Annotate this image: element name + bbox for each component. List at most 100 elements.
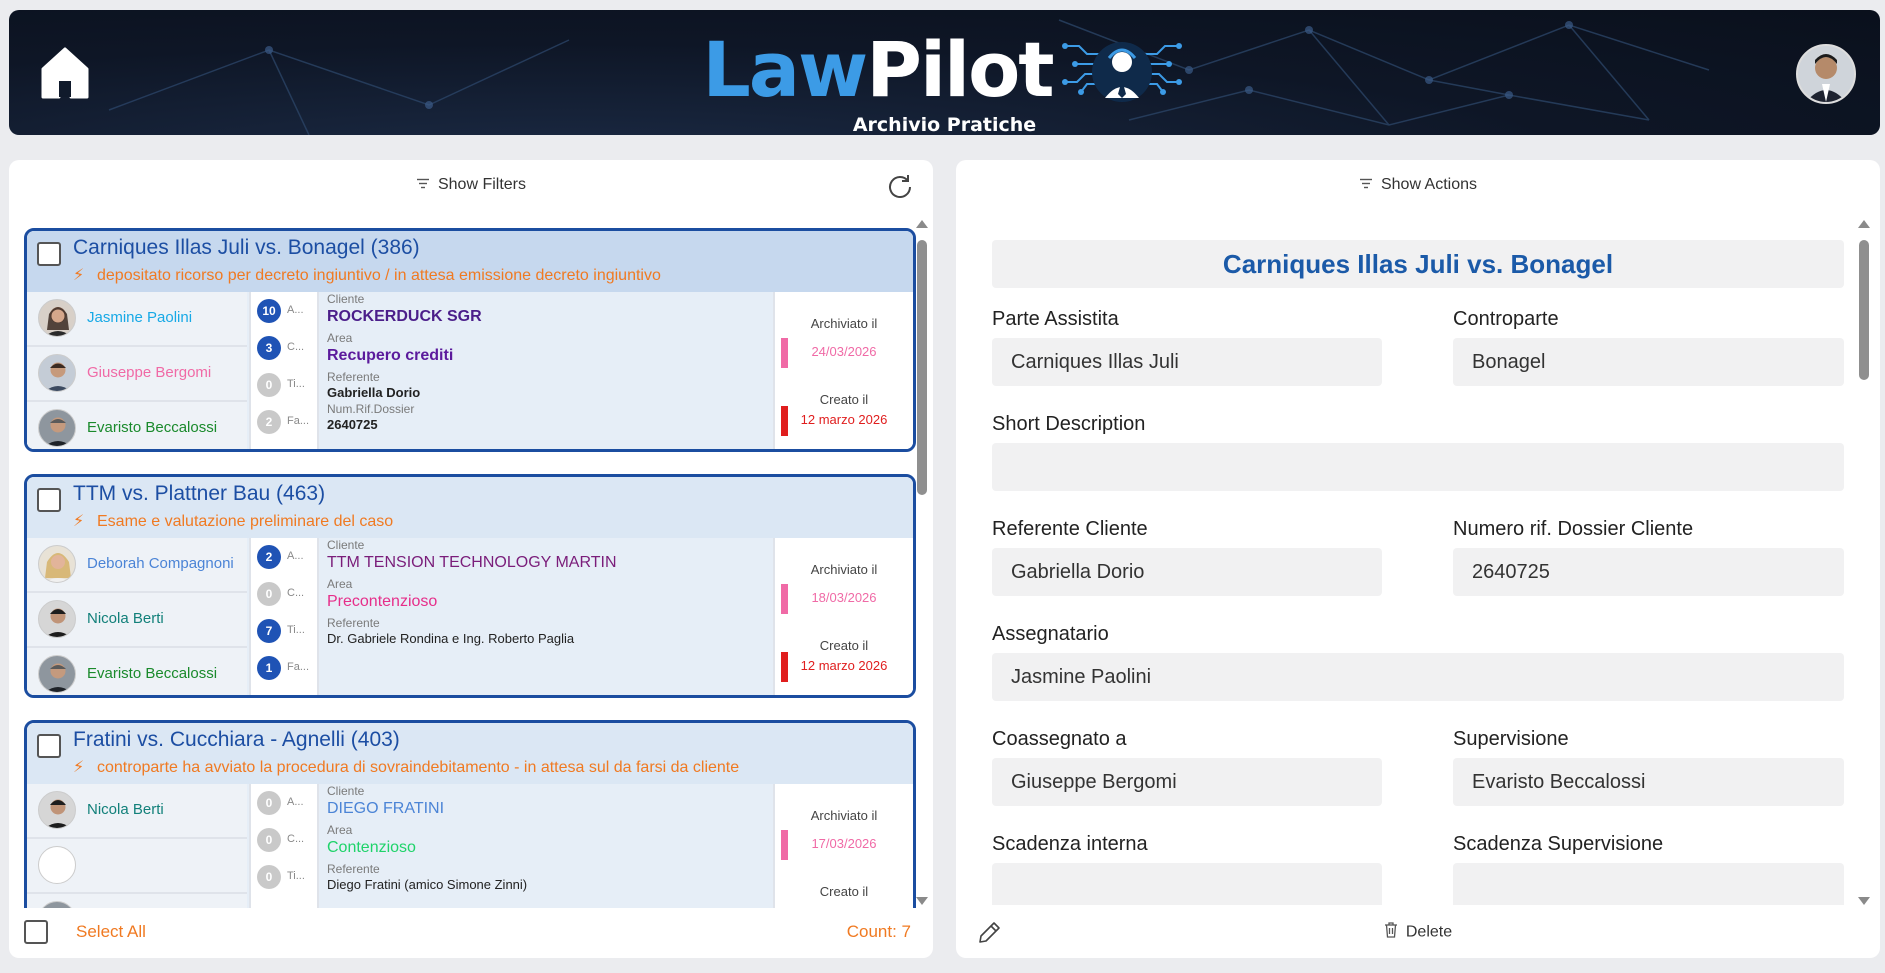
- dates-column: Archiviato il 17/03/2026 Creato il: [773, 784, 913, 908]
- dossier-label: Num.Rif.Dossier: [327, 402, 415, 416]
- counters-column: 2 A... 0 C... 7 Ti... 1 Fa...: [249, 538, 319, 695]
- cliente-value: TTM TENSION TECHNOLOGY MARTIN: [327, 554, 617, 571]
- short-description-input[interactable]: [992, 443, 1844, 491]
- case-checkbox[interactable]: [37, 488, 61, 512]
- assignee-name: Evaristo Beccalossi: [87, 419, 218, 436]
- assignees-list: Nicola Berti: [27, 784, 247, 908]
- supervisione-label: Supervisione: [1453, 728, 1569, 750]
- user-avatar[interactable]: [1796, 44, 1856, 104]
- page-subtitle: Archivio Pratiche: [852, 114, 1037, 135]
- case-title: Carniques Illas Juli vs. Bonagel (386): [73, 236, 420, 259]
- scadenza-supervisione-input[interactable]: [1453, 863, 1844, 905]
- case-title: Fratini vs. Cucchiara - Agnelli (403): [73, 728, 400, 751]
- case-card[interactable]: Fratini vs. Cucchiara - Agnelli (403) ⚡ c…: [24, 720, 916, 908]
- counter-item: 0 C...: [251, 575, 317, 612]
- counter-badge: 0: [257, 791, 281, 815]
- counter-item: 3 C...: [251, 329, 317, 366]
- counter-badge: 3: [257, 336, 281, 360]
- show-actions-button[interactable]: Show Actions: [956, 176, 1880, 194]
- scroll-down-arrow[interactable]: [1858, 897, 1870, 905]
- cliente-label: Cliente: [327, 292, 365, 306]
- scroll-thumb[interactable]: [1859, 240, 1869, 380]
- numero-dossier-input[interactable]: 2640725: [1453, 548, 1844, 596]
- counter-item: 0 A...: [251, 784, 317, 821]
- count-label: Count: 7: [846, 922, 911, 941]
- scroll-thumb[interactable]: [917, 240, 927, 495]
- detail-footer: Delete: [956, 908, 1880, 958]
- counter-label: C...: [287, 341, 305, 353]
- parte-assistita-input[interactable]: Carniques Illas Juli: [992, 338, 1382, 386]
- case-checkbox[interactable]: [37, 734, 61, 758]
- supervisione-input[interactable]: Evaristo Beccalossi: [1453, 758, 1844, 806]
- counter-badge: 0: [257, 828, 281, 852]
- counter-label: Ti...: [287, 870, 305, 882]
- case-card[interactable]: Carniques Illas Juli vs. Bonagel (386) ⚡…: [24, 228, 916, 452]
- assignee-row[interactable]: [27, 894, 247, 908]
- numero-dossier-label: Numero rif. Dossier Cliente: [1453, 518, 1694, 540]
- delete-button[interactable]: Delete: [956, 922, 1880, 943]
- assegnatario-label: Assegnatario: [992, 623, 1109, 645]
- case-status-text: depositato ricorso per decreto ingiuntiv…: [97, 267, 661, 284]
- avatar: [38, 901, 76, 908]
- select-all-checkbox[interactable]: [24, 920, 48, 944]
- creato-date: 12 marzo 2026: [800, 412, 888, 427]
- filter-icon: [1359, 176, 1373, 194]
- bolt-icon: ⚡: [73, 759, 85, 776]
- referente-cliente-label: Referente Cliente: [992, 518, 1148, 540]
- assignee-row[interactable]: Giuseppe Bergomi: [27, 347, 247, 402]
- assignees-list: Jasmine Paolini Giuseppe Bergomi Evarist…: [27, 292, 247, 449]
- scroll-down-arrow[interactable]: [916, 897, 928, 905]
- assegnatario-field: Assegnatario Jasmine Paolini: [992, 613, 1844, 701]
- cases-scrollbar[interactable]: [915, 220, 929, 905]
- counter-label: Ti...: [287, 624, 305, 636]
- case-card[interactable]: TTM vs. Plattner Bau (463) ⚡ Esame e valu…: [24, 474, 916, 698]
- select-all-label[interactable]: Select All: [76, 922, 146, 942]
- counter-item: 0 Ti...: [251, 366, 317, 403]
- app-header: LawPilot Archivio Pratiche: [9, 10, 1880, 135]
- counters-column: 0 A... 0 C... 0 Ti...: [249, 784, 319, 908]
- creato-block: Creato il 12 marzo 2026: [775, 392, 913, 436]
- assignee-name: Nicola Berti: [87, 610, 164, 627]
- counters-column: 10 A... 3 C... 0 Ti... 2 Fa...: [249, 292, 319, 449]
- assignee-row[interactable]: Evaristo Beccalossi: [27, 648, 247, 695]
- supervisione-field: Supervisione Evaristo Beccalossi: [1453, 718, 1844, 806]
- creato-block: Creato il 12 marzo 2026: [775, 638, 913, 682]
- scroll-up-arrow[interactable]: [916, 220, 928, 228]
- counter-badge: 2: [257, 410, 281, 434]
- case-checkbox[interactable]: [37, 242, 61, 266]
- case-status: ⚡ depositato ricorso per decreto ingiunti…: [73, 265, 661, 285]
- show-filters-button[interactable]: Show Filters: [9, 176, 933, 194]
- counter-label: A...: [287, 304, 304, 316]
- counter-label: Fa...: [287, 415, 310, 427]
- scadenza-interna-field: Scadenza interna: [992, 823, 1382, 905]
- archiviato-label: Archiviato il: [810, 808, 878, 823]
- assignee-row[interactable]: Nicola Berti: [27, 784, 247, 839]
- assignee-row[interactable]: Evaristo Beccalossi: [27, 402, 247, 449]
- coassegnato-input[interactable]: Giuseppe Bergomi: [992, 758, 1382, 806]
- detail-scrollbar[interactable]: [1857, 220, 1871, 905]
- referente-label: Referente: [327, 616, 380, 630]
- avatar: [38, 409, 76, 447]
- trash-icon: [1384, 922, 1398, 943]
- scroll-up-arrow[interactable]: [1858, 220, 1870, 228]
- area-label: Area: [327, 331, 353, 345]
- counter-item: 7 Ti...: [251, 612, 317, 649]
- client-info: Cliente TTM TENSION TECHNOLOGY MARTIN Ar…: [327, 538, 787, 695]
- counter-item: 2 Fa...: [251, 403, 317, 440]
- counter-badge: 1: [257, 656, 281, 680]
- refresh-icon[interactable]: [887, 173, 913, 199]
- creato-label: Creato il: [819, 392, 869, 407]
- case-cards-list: Carniques Illas Juli vs. Bonagel (386) ⚡…: [24, 228, 916, 908]
- assignee-row[interactable]: Deborah Compagnoni: [27, 538, 247, 593]
- area-label: Area: [327, 823, 353, 837]
- assegnatario-input[interactable]: Jasmine Paolini: [992, 653, 1844, 701]
- controparte-input[interactable]: Bonagel: [1453, 338, 1844, 386]
- referente-cliente-input[interactable]: Gabriella Dorio: [992, 548, 1382, 596]
- assignee-row[interactable]: Nicola Berti: [27, 593, 247, 648]
- assignee-row[interactable]: Jasmine Paolini: [27, 292, 247, 347]
- counter-label: Fa...: [287, 661, 310, 673]
- counter-badge: 0: [257, 582, 281, 606]
- cases-list-panel: Show Filters Carniques Illas Juli vs. Bo…: [9, 160, 933, 958]
- assignee-row[interactable]: [27, 839, 247, 894]
- scadenza-interna-input[interactable]: [992, 863, 1382, 905]
